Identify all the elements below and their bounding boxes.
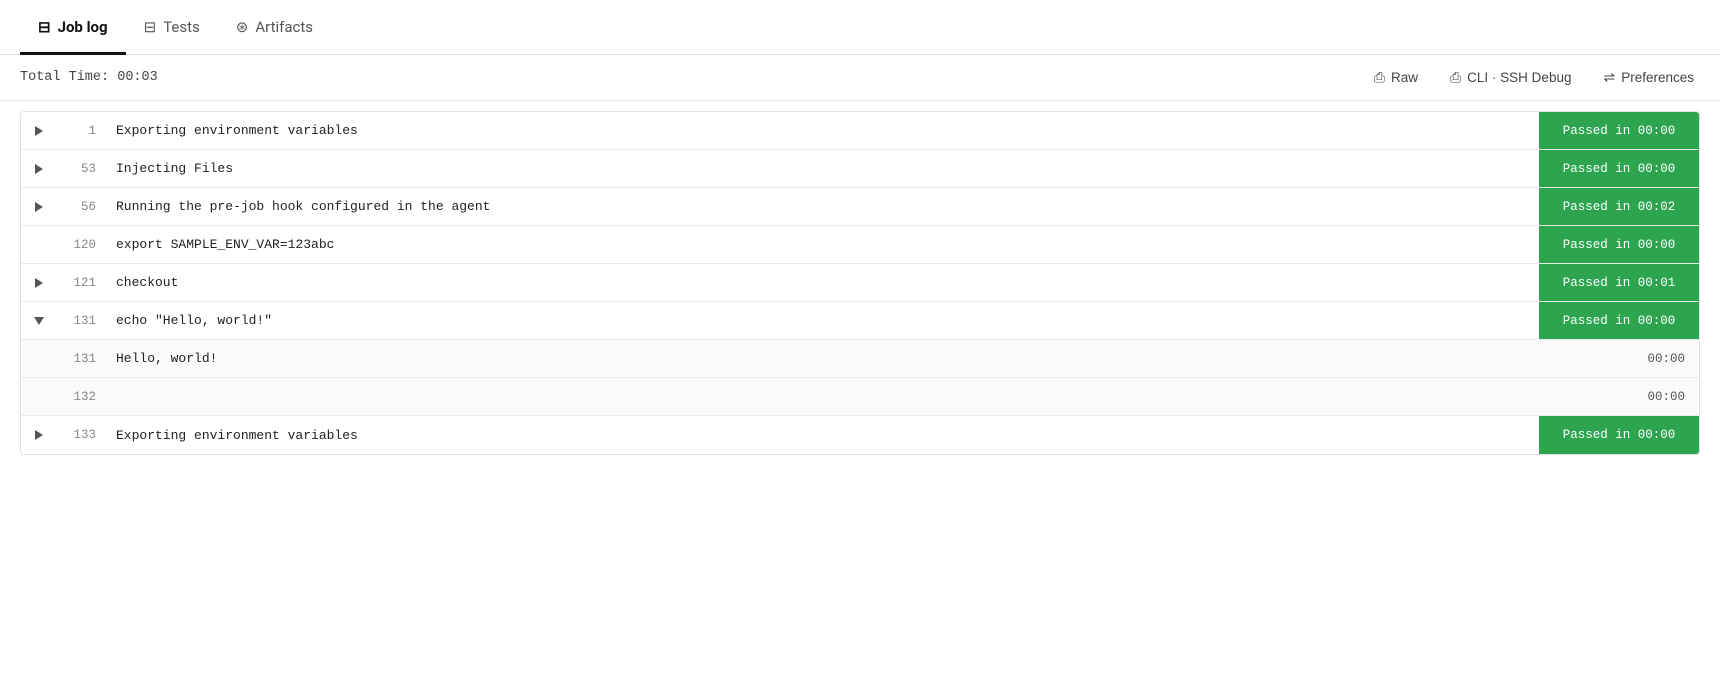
log-content: export SAMPLE_ENV_VAR=123abc (112, 228, 1539, 261)
log-status-badge: Passed in 00:00 (1539, 112, 1699, 149)
raw-button[interactable]: ⎙ Raw (1368, 65, 1424, 90)
log-line-number: 120 (57, 238, 112, 252)
log-row: 120export SAMPLE_ENV_VAR=123abcPassed in… (21, 226, 1699, 264)
tab-job-log-label: Job log (58, 18, 108, 36)
log-toggle-2[interactable] (21, 164, 57, 174)
log-content: Exporting environment variables (112, 419, 1539, 452)
log-line-number: 56 (57, 200, 112, 214)
log-toggle-1[interactable] (21, 126, 57, 136)
expand-icon (35, 202, 43, 212)
cli-ssh-button[interactable]: ⎙ CLI · SSH Debug (1444, 65, 1578, 90)
log-toggle-5[interactable] (21, 278, 57, 288)
log-status-badge: Passed in 00:00 (1539, 150, 1699, 187)
log-toggle-3[interactable] (21, 202, 57, 212)
preferences-button[interactable]: ⇌ Preferences (1597, 65, 1700, 90)
tab-artifacts-label: Artifacts (255, 18, 313, 36)
job-log-icon: ⊟ (38, 18, 51, 36)
log-time: 00:00 (1539, 346, 1699, 372)
tab-job-log[interactable]: ⊟ Job log (20, 0, 126, 55)
log-content: checkout (112, 266, 1539, 299)
tab-artifacts[interactable]: ⊛ Artifacts (218, 0, 331, 55)
log-container: 1Exporting environment variablesPassed i… (20, 111, 1700, 455)
log-line-number: 131 (57, 352, 112, 366)
log-status-badge: Passed in 00:00 (1539, 226, 1699, 263)
toolbar-actions: ⎙ Raw ⎙ CLI · SSH Debug ⇌ Preferences (1368, 65, 1700, 90)
log-line-number: 133 (57, 428, 112, 442)
log-content: Injecting Files (112, 152, 1539, 185)
log-line-number: 121 (57, 276, 112, 290)
log-status-badge: Passed in 00:00 (1539, 416, 1699, 454)
log-line-number: 53 (57, 162, 112, 176)
expand-icon (35, 164, 43, 174)
expand-icon (35, 278, 43, 288)
log-status-badge: Passed in 00:01 (1539, 264, 1699, 301)
log-content: echo "Hello, world!" (112, 304, 1539, 337)
log-toggle-9[interactable] (21, 430, 57, 440)
log-row: 121checkoutPassed in 00:01 (21, 264, 1699, 302)
log-row: 132 00:00 (21, 378, 1699, 416)
log-content: Hello, world! (112, 342, 1539, 375)
log-status-badge: Passed in 00:02 (1539, 188, 1699, 225)
log-line-number: 131 (57, 314, 112, 328)
raw-icon: ⎙ (1374, 69, 1385, 86)
log-toggle-6[interactable] (21, 317, 57, 325)
log-row: 131echo "Hello, world!"Passed in 00:00 (21, 302, 1699, 340)
log-content: Exporting environment variables (112, 114, 1539, 147)
log-row: 131Hello, world!00:00 (21, 340, 1699, 378)
log-content: Running the pre-job hook configured in t… (112, 190, 1539, 223)
log-line-number: 1 (57, 124, 112, 138)
collapse-icon (34, 317, 44, 325)
tab-bar: ⊟ Job log ⊟ Tests ⊛ Artifacts (0, 0, 1720, 55)
total-time: Total Time: 00:03 (20, 70, 158, 85)
log-line-number: 132 (57, 390, 112, 404)
expand-icon (35, 126, 43, 136)
log-row: 56Running the pre-job hook configured in… (21, 188, 1699, 226)
log-row: 133Exporting environment variablesPassed… (21, 416, 1699, 454)
tests-icon: ⊟ (144, 18, 157, 36)
log-status-badge: Passed in 00:00 (1539, 302, 1699, 339)
cli-ssh-icon: ⎙ (1450, 69, 1461, 86)
log-content (112, 388, 1539, 406)
preferences-icon: ⇌ (1603, 69, 1615, 86)
expand-icon (35, 430, 43, 440)
log-time: 00:00 (1539, 384, 1699, 410)
artifacts-icon: ⊛ (236, 18, 249, 36)
tab-tests-label: Tests (163, 18, 200, 36)
tab-tests[interactable]: ⊟ Tests (126, 0, 218, 55)
log-row: 1Exporting environment variablesPassed i… (21, 112, 1699, 150)
toolbar: Total Time: 00:03 ⎙ Raw ⎙ CLI · SSH Debu… (0, 55, 1720, 101)
log-row: 53Injecting FilesPassed in 00:00 (21, 150, 1699, 188)
